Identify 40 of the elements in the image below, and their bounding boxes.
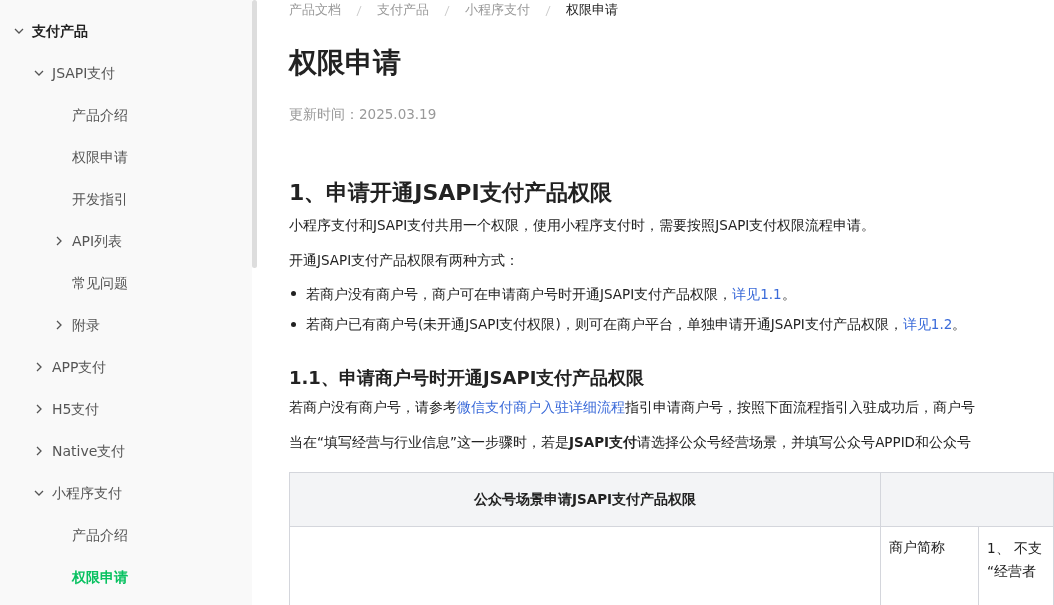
chevron-right-icon[interactable] <box>54 236 64 246</box>
page-title: 权限申请 <box>289 45 402 81</box>
chevron-down-icon[interactable] <box>34 488 44 498</box>
sidebar-item[interactable]: 支付产品 <box>32 20 88 42</box>
sidebar-item[interactable]: APP支付 <box>52 356 107 378</box>
table-header-cell: 公众号场景申请JSAPI支付产品权限 <box>289 472 881 527</box>
sidebar-item[interactable]: 产品介绍 <box>72 104 128 126</box>
sidebar-item[interactable]: 产品介绍 <box>72 524 128 546</box>
chevron-right-icon[interactable] <box>34 404 44 414</box>
chevron-right-icon[interactable] <box>54 320 64 330</box>
chevron-down-icon[interactable] <box>14 26 24 36</box>
sidebar-item[interactable]: API列表 <box>72 230 123 252</box>
sidebar-item[interactable]: JSAPI支付 <box>52 62 116 84</box>
paragraph: 当在“填写经营与行业信息”这一步骤时，若是JSAPI支付请选择公众号经营场景，并填写公众号APPID和公众号 <box>289 432 973 452</box>
sidebar-item[interactable]: 权限申请 <box>72 146 128 168</box>
scrollbar-thumb[interactable] <box>252 0 257 268</box>
sidebar-item[interactable]: 开发指引 <box>72 188 128 210</box>
paragraph: 若商户没有商户号，商户可在申请商户号时开通JSAPI支付产品权限，详见1.1。 <box>306 284 796 304</box>
paragraph: 若商户没有商户号，请参考微信支付商户入驻详细流程指引申请商户号，按照下面流程指引入驻成功后，商户号 <box>289 398 976 418</box>
bullet-icon <box>291 321 296 327</box>
sidebar-item[interactable]: 小程序支付 <box>52 482 122 504</box>
paragraph: 小程序支付和JSAPI支付共用一个权限，使用小程序支付时，需要按照JSAPI支付权限流程申请。 <box>289 216 877 236</box>
sidebar-item[interactable]: 附录 <box>72 314 100 336</box>
chevron-right-icon[interactable] <box>34 446 44 456</box>
table-cell-text: 1、 不支 <box>987 538 1043 558</box>
sidebar-item[interactable]: 常见问题 <box>72 272 128 294</box>
paragraph: 若商户已有商户号(未开通JSAPI支付权限)，则可在商户平台，单独申请开通JSAPI支付产品权限，详见1.2。 <box>306 315 967 334</box>
update-time: 更新时间：2025.03.19 <box>289 105 438 124</box>
bullet-icon <box>291 291 296 297</box>
text-link[interactable]: 详见1.1 <box>732 285 782 302</box>
section-heading: 1.1、申请商户号时开通JSAPI支付产品权限 <box>289 366 646 391</box>
sidebar-item[interactable]: H5支付 <box>52 398 100 420</box>
sidebar-item[interactable]: Native支付 <box>52 440 126 462</box>
text-link[interactable]: 微信支付商户入驻详细流程 <box>457 399 625 416</box>
text-link[interactable]: 详见1.2 <box>902 316 953 332</box>
section-heading: 1、申请开通JSAPI支付产品权限 <box>289 179 613 208</box>
chevron-right-icon[interactable] <box>34 362 44 372</box>
chevron-down-icon[interactable] <box>34 68 44 78</box>
table-cell-text: “经营者 <box>987 561 1037 581</box>
paragraph: 开通JSAPI支付产品权限有两种方式： <box>289 250 521 270</box>
